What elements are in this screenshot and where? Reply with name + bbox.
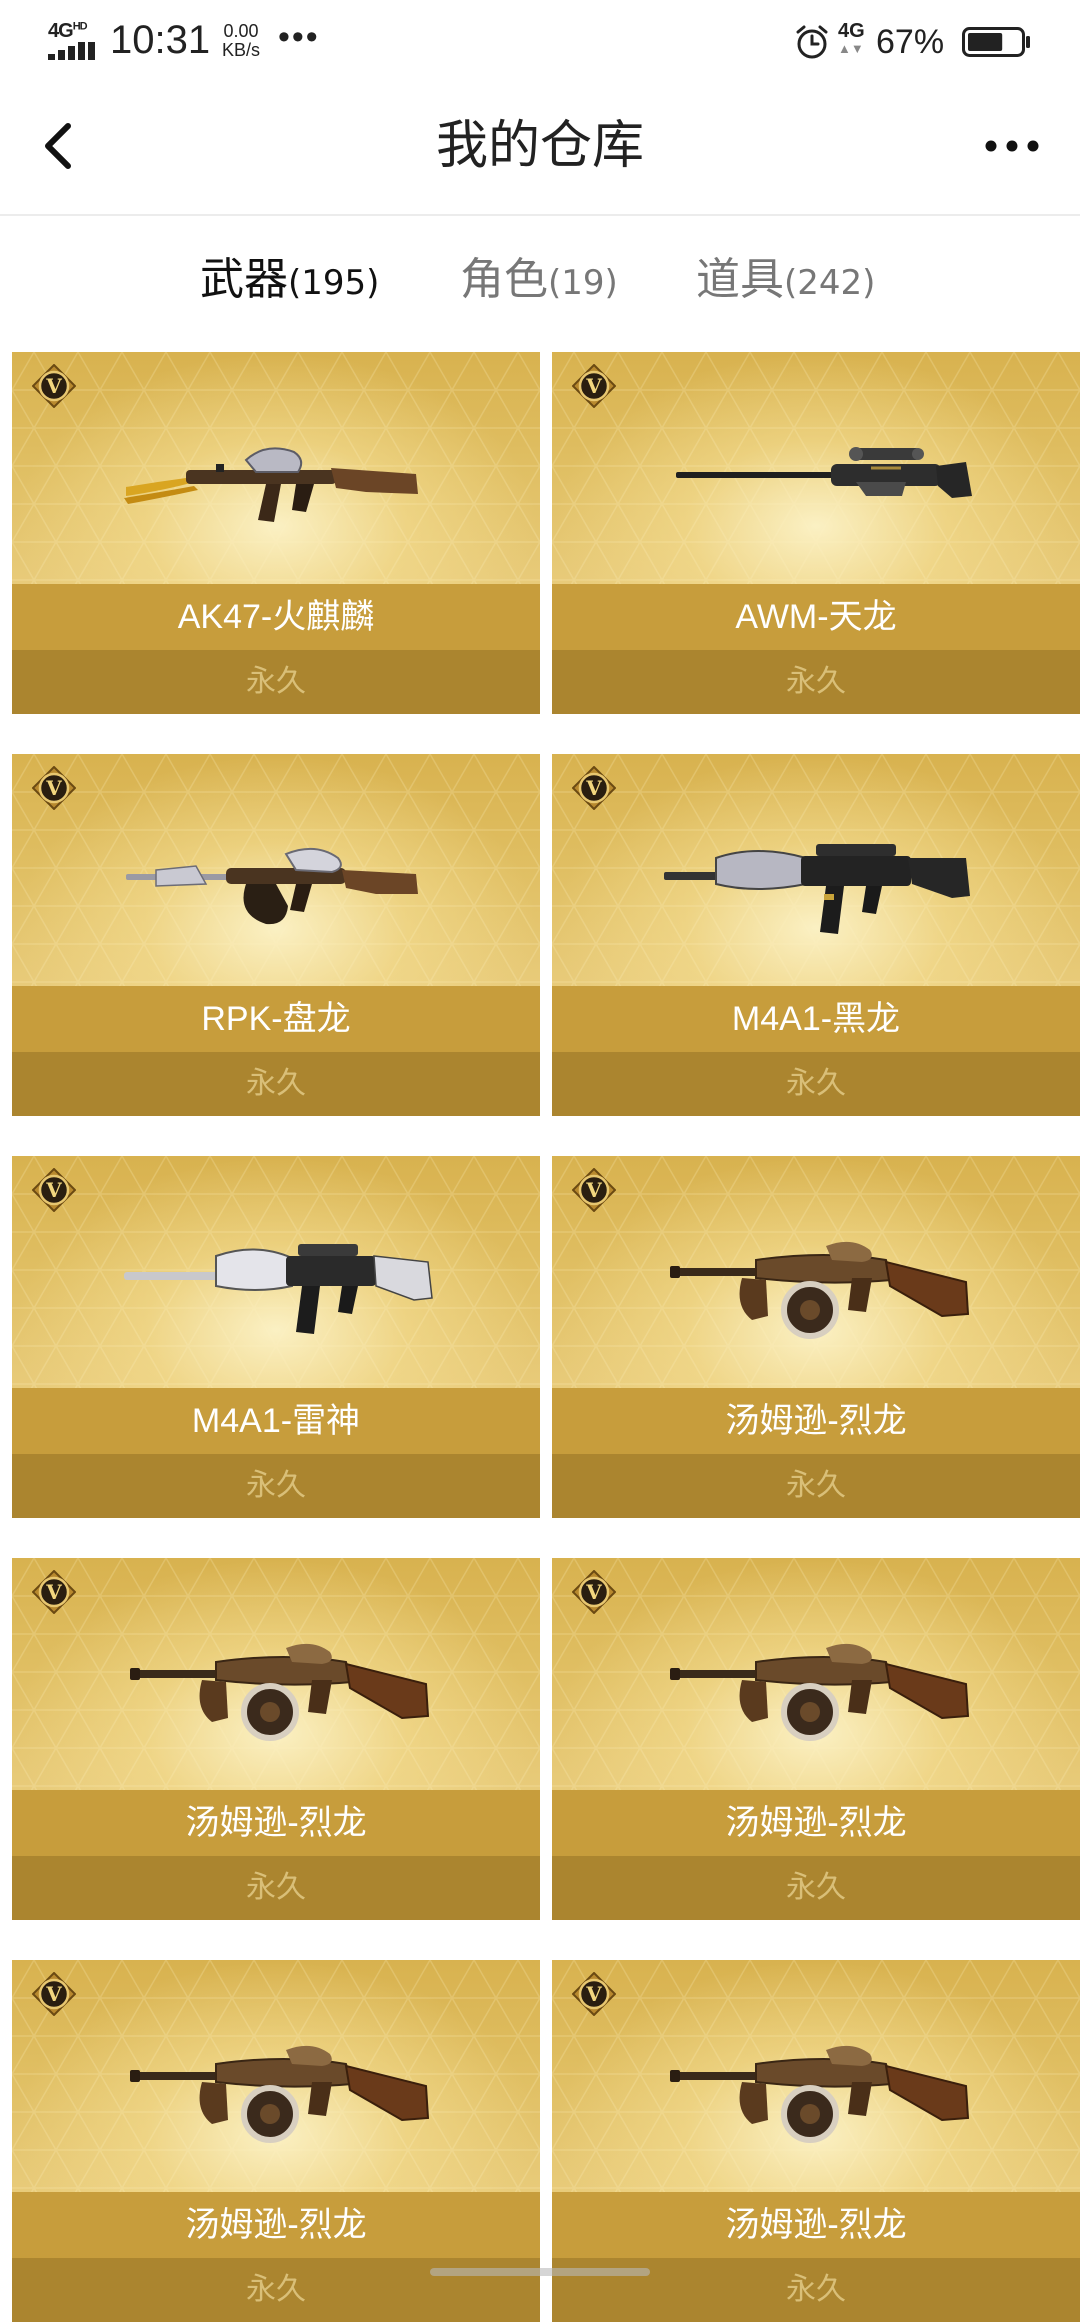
weapon-duration: 永久	[552, 1454, 1080, 1518]
weapon-image-thompson	[130, 2045, 430, 2143]
more-button[interactable]	[982, 126, 1042, 166]
weapon-duration: 永久	[552, 1052, 1080, 1116]
weapon-duration: 永久	[552, 1856, 1080, 1920]
more-horizontal-icon	[985, 140, 1039, 152]
weapon-name: M4A1-黑龙	[552, 986, 1080, 1052]
weapon-art: V	[12, 1960, 540, 2192]
battery-percent: 67%	[876, 23, 945, 61]
weapon-name: 汤姆逊-烈龙	[12, 1790, 540, 1856]
battery-icon	[962, 27, 1030, 57]
weapon-name: 汤姆逊-烈龙	[552, 1790, 1080, 1856]
svg-text:V: V	[45, 776, 62, 800]
weapon-name: RPK-盘龙	[12, 986, 540, 1052]
status-time: 10:31	[110, 18, 211, 62]
weapon-name: 汤姆逊-烈龙	[552, 2192, 1080, 2258]
alarm-clock-icon	[796, 25, 828, 59]
category-tabs: 武器(195) 角色(19) 道具(242)	[0, 216, 1080, 340]
weapon-art: V	[552, 1558, 1080, 1790]
weapon-card[interactable]: V 汤姆逊-烈龙 永久	[552, 1156, 1080, 1518]
svg-text:V: V	[585, 1178, 602, 1202]
weapon-card[interactable]: V AWM-天龙 永久	[552, 352, 1080, 714]
vip-badge-icon: V	[572, 1972, 616, 2016]
weapon-duration: 永久	[12, 1856, 540, 1920]
svg-text:V: V	[45, 1178, 62, 1202]
svg-text:V: V	[585, 776, 602, 800]
vip-badge-icon: V	[572, 364, 616, 408]
weapon-art: V	[12, 1156, 540, 1388]
vip-badge-icon: V	[32, 1168, 76, 1212]
weapon-card[interactable]: V 汤姆逊-烈龙 永久	[552, 1558, 1080, 1920]
weapon-image-m4a1-silver	[124, 1244, 433, 1334]
vip-badge-icon: V	[572, 766, 616, 810]
weapon-duration: 永久	[12, 1454, 540, 1518]
weapon-art: V	[552, 1156, 1080, 1388]
weapon-name: M4A1-雷神	[12, 1388, 540, 1454]
weapon-image-ak47	[124, 447, 418, 522]
svg-text:V: V	[585, 1580, 602, 1604]
tab-weapons[interactable]: 武器(195)	[200, 252, 379, 308]
svg-text:V: V	[45, 374, 62, 398]
weapon-duration: 永久	[552, 650, 1080, 714]
vip-badge-icon: V	[32, 1570, 76, 1614]
weapon-image-thompson	[130, 1643, 430, 1741]
page-title: 我的仓库	[435, 116, 644, 176]
weapon-image-thompson	[670, 2045, 970, 2143]
weapon-card[interactable]: V 汤姆逊-烈龙 永久	[12, 1558, 540, 1920]
weapon-art: V	[12, 352, 540, 584]
weapon-image-m4a1-dark	[664, 844, 970, 934]
weapon-image-rpk	[126, 847, 418, 925]
weapon-image-awm	[676, 447, 972, 498]
network-speed: 0.00 KB/s	[222, 21, 261, 60]
weapon-card[interactable]: V AK47-火麒麟 永久	[12, 352, 540, 714]
weapon-image-thompson	[670, 1643, 970, 1741]
vip-badge-icon: V	[572, 1570, 616, 1614]
tab-characters[interactable]: 角色(19)	[460, 252, 618, 308]
mobile-data-indicator: 4G ▲▼	[838, 20, 865, 56]
weapon-name: AWM-天龙	[552, 584, 1080, 650]
more-notifications-indicator: •••	[278, 18, 320, 56]
weapon-duration: 永久	[12, 1052, 540, 1116]
svg-text:V: V	[45, 1982, 62, 2006]
signal-bars-icon: 4GHD	[46, 20, 100, 60]
app-header: 我的仓库	[0, 86, 1080, 216]
weapon-card[interactable]: V RPK-盘龙 永久	[12, 754, 540, 1116]
vip-badge-icon: V	[32, 1972, 76, 2016]
weapon-art: V	[12, 754, 540, 986]
weapon-art: V	[552, 1960, 1080, 2192]
svg-text:V: V	[585, 1982, 602, 2006]
home-indicator[interactable]	[430, 2268, 650, 2276]
vip-badge-icon: V	[32, 364, 76, 408]
weapon-card[interactable]: V M4A1-黑龙 永久	[552, 754, 1080, 1116]
status-bar: 4GHD 10:31 0.00 KB/s ••• 4G ▲▼ 67%	[0, 0, 1080, 86]
weapon-duration: 永久	[12, 650, 540, 714]
tab-items[interactable]: 道具(242)	[696, 252, 875, 308]
weapon-card[interactable]: V M4A1-雷神 永久	[12, 1156, 540, 1518]
weapon-name: AK47-火麒麟	[12, 584, 540, 650]
weapon-art: V	[552, 352, 1080, 584]
weapon-art: V	[12, 1558, 540, 1790]
weapon-art: V	[552, 754, 1080, 986]
weapon-image-thompson	[670, 1241, 970, 1339]
weapon-name: 汤姆逊-烈龙	[12, 2192, 540, 2258]
svg-text:V: V	[585, 374, 602, 398]
vip-badge-icon: V	[32, 766, 76, 810]
vip-badge-icon: V	[572, 1168, 616, 1212]
weapon-name: 汤姆逊-烈龙	[552, 1388, 1080, 1454]
svg-text:V: V	[45, 1580, 62, 1604]
